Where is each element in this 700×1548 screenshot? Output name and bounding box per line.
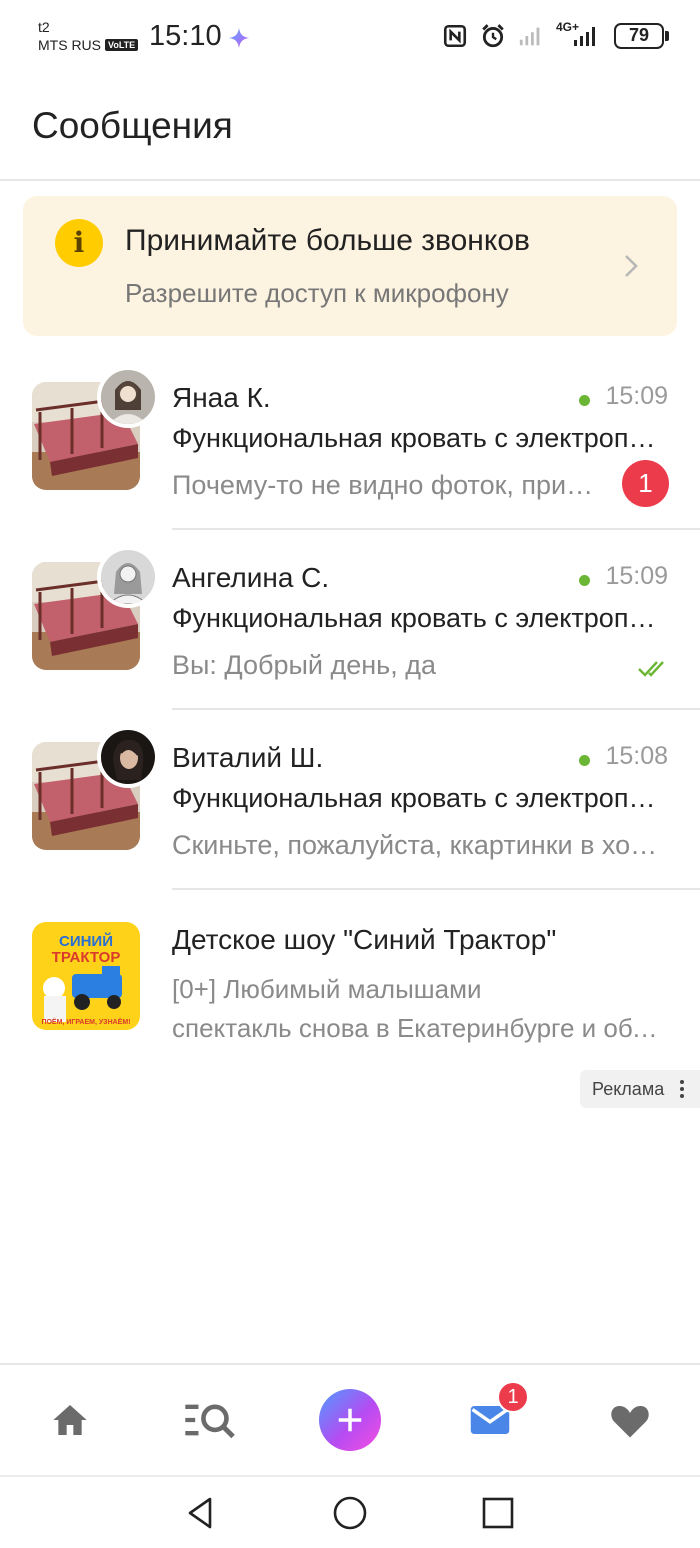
nav-favorites[interactable] [580, 1365, 680, 1475]
messages-badge: 1 [497, 1381, 529, 1413]
online-indicator [579, 755, 590, 766]
nav-search[interactable] [160, 1365, 260, 1475]
bottom-navigation: 1 [0, 1363, 700, 1475]
carrier-primary: t2 [38, 19, 50, 35]
chat-subject: Функциональная кровать с электроприводом [172, 603, 660, 633]
divider [172, 528, 700, 530]
user-avatar [97, 546, 159, 608]
chat-subject: Функциональная кровать с электроприводом [172, 423, 660, 453]
chat-contact-name: Янаа К. [172, 382, 271, 413]
divider [172, 888, 700, 890]
ad-line-2: спектакль снова в Екатеринбурге и област… [172, 1013, 670, 1043]
sparkle-icon [228, 27, 250, 49]
user-avatar [97, 726, 159, 788]
chat-preview: Вы: Добрый день, да [172, 650, 437, 680]
user-avatar [97, 366, 159, 428]
chat-item[interactable]: Виталий Ш. 15:08 Функциональная кровать … [0, 720, 700, 890]
heart-icon [611, 1406, 649, 1438]
carrier-info: t2 MTS RUS VoLTE [38, 18, 139, 54]
signal-weak-icon [519, 27, 540, 46]
ad-description: [0+] Любимый малышами спектакль снова в … [172, 970, 670, 1048]
add-button [319, 1389, 381, 1451]
back-icon[interactable] [182, 1495, 218, 1531]
chat-time: 15:08 [605, 742, 668, 770]
chat-contact-name: Ангелина С. [172, 562, 330, 593]
status-icons: 4G+ 79 [442, 20, 669, 50]
status-bar: t2 MTS RUS VoLTE 15:10 4G+ 79 [0, 0, 700, 78]
home-icon [53, 1405, 87, 1435]
search-icon [185, 1404, 235, 1439]
header-divider [0, 179, 700, 181]
nfc-icon [443, 24, 467, 48]
ad-thumb-line-2: ТРАКТОР [52, 949, 121, 966]
ad-label-text: Реклама [592, 1079, 665, 1099]
chat-time: 15:09 [605, 382, 668, 410]
ad-label-button[interactable]: Реклама [580, 1070, 700, 1108]
info-icon: i [55, 219, 103, 267]
home-circle-icon[interactable] [332, 1495, 368, 1531]
carrier-secondary-row: MTS RUS VoLTE [38, 36, 139, 54]
recents-icon[interactable] [480, 1495, 516, 1531]
ad-thumbnail: СИНИЙ ТРАКТОР ПОЁМ, ИГРАЕМ, УЗНАЁМ! [32, 922, 140, 1030]
signal-4g: 4G+ [556, 20, 602, 50]
signal-strong-icon [574, 27, 595, 46]
system-navigation-bar [0, 1475, 700, 1548]
chat-preview: Скиньте, пожалуйста, ккартинки в хорошем… [172, 830, 664, 860]
ad-line-1: [0+] Любимый малышами [172, 974, 482, 1004]
nav-messages[interactable] [440, 1365, 540, 1475]
chevron-right-icon [625, 255, 638, 277]
divider [172, 708, 700, 710]
battery-indicator: 79 [614, 23, 669, 49]
status-clock: 15:10 [149, 20, 222, 52]
online-indicator [579, 395, 590, 406]
chat-item[interactable]: Ангелина С. 15:09 Функциональная кровать… [0, 540, 700, 710]
chat-contact-name: Виталий Ш. [172, 742, 324, 773]
microphone-permission-banner[interactable]: i Принимайте больше звонков Разрешите до… [23, 196, 677, 336]
alarm-icon [482, 24, 504, 48]
banner-subtitle: Разрешите доступ к микрофону [125, 278, 509, 308]
ad-title: Детское шоу "Синий Трактор" [172, 924, 557, 955]
ad-thumb-line-1: СИНИЙ [59, 932, 113, 950]
carrier-secondary: MTS RUS [38, 37, 101, 53]
chat-preview: Почему-то не видно фоток, пришлите ещё р… [172, 470, 597, 500]
unread-badge: 1 [622, 460, 669, 507]
plus-icon [338, 1408, 362, 1432]
chat-item[interactable]: Янаа К. 15:09 Функциональная кровать с э… [0, 360, 700, 530]
nav-home[interactable] [20, 1365, 120, 1475]
chat-subject: Функциональная кровать с электроприводом [172, 783, 660, 813]
page-title: Сообщения [32, 105, 233, 146]
volte-badge: VoLTE [105, 39, 139, 51]
chat-time: 15:09 [605, 562, 668, 590]
online-indicator [579, 575, 590, 586]
more-vertical-icon [680, 1080, 684, 1098]
ad-thumb-line-3: ПОЁМ, ИГРАЕМ, УЗНАЁМ! [41, 1018, 130, 1026]
ad-item[interactable]: СИНИЙ ТРАКТОР ПОЁМ, ИГРАЕМ, УЗНАЁМ! Детс… [0, 902, 700, 1072]
banner-title: Принимайте больше звонков [125, 224, 530, 257]
read-checkmark-icon [638, 661, 664, 677]
nav-add[interactable] [300, 1365, 400, 1475]
